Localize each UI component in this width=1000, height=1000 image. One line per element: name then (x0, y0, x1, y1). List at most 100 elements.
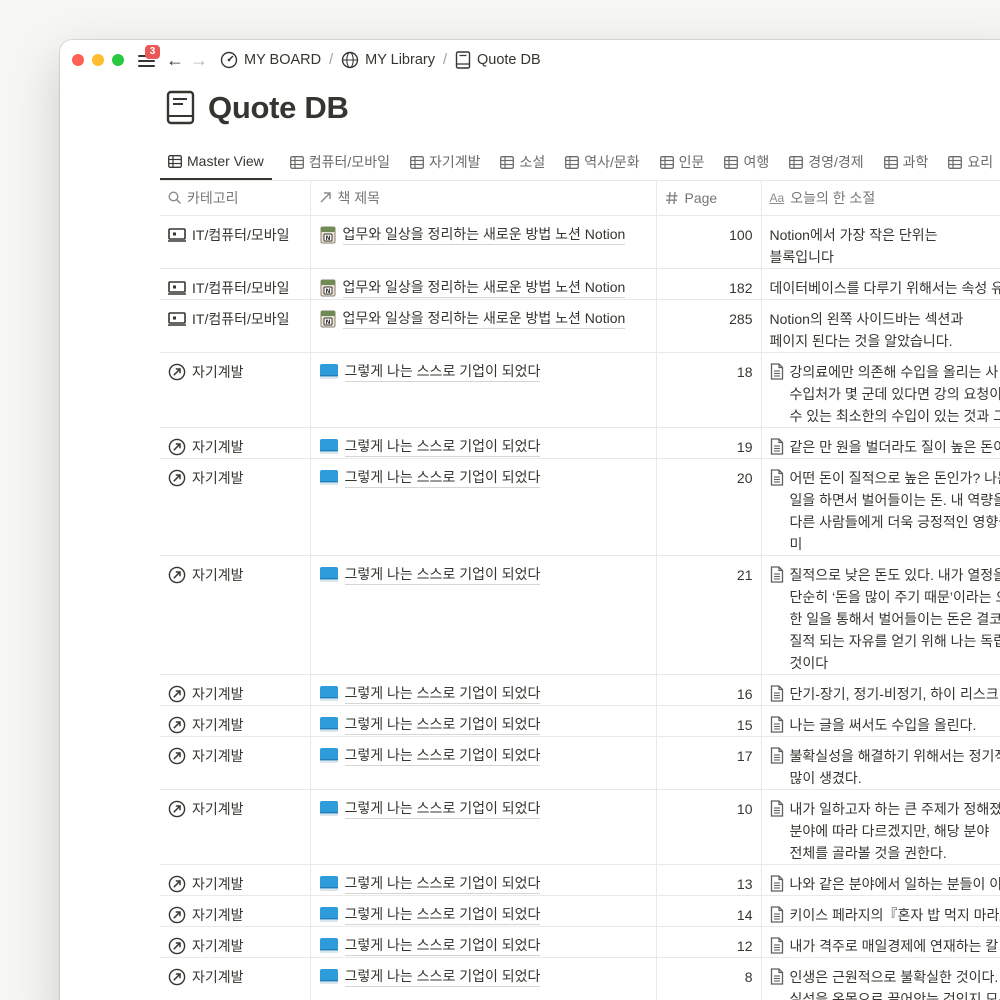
table-row[interactable]: 자기계발 그렇게 나는 스스로 기업이 되었다 16 단기-장기, 정기-비정기, 하… (160, 674, 1000, 706)
back-arrow-icon[interactable]: ← (166, 51, 184, 69)
quote-cell[interactable]: 내가 격주로 매일경제에 연재하는 칼 (761, 926, 1000, 958)
table-row[interactable]: 자기계발 그렇게 나는 스스로 기업이 되었다 13 나와 같은 분야에서 일하는 분… (160, 864, 1000, 896)
table-row[interactable]: IT/컴퓨터/모바일 N 업무와 일상을 정리하는 새로운 방법 노션 Notion… (160, 215, 1000, 269)
table-row[interactable]: IT/컴퓨터/모바일 N 업무와 일상을 정리하는 새로운 방법 노션 Notion… (160, 268, 1000, 300)
maximize-window-button[interactable] (112, 54, 124, 66)
book-title-link[interactable]: 그렇게 나는 스스로 기업이 되었다 (344, 936, 541, 956)
book-title-cell[interactable]: N 업무와 일상을 정리하는 새로운 방법 노션 Notion (310, 268, 657, 300)
category-cell[interactable]: IT/컴퓨터/모바일 (160, 268, 311, 300)
sidebar-menu-button[interactable]: 3 (138, 45, 160, 68)
page-cell[interactable]: 15 (656, 705, 762, 737)
book-title-link[interactable]: 그렇게 나는 스스로 기업이 되었다 (344, 746, 541, 766)
tab-science[interactable]: 과학 (882, 144, 931, 180)
page-cell[interactable]: 19 (656, 427, 762, 459)
page-cell[interactable]: 13 (656, 864, 762, 896)
category-cell[interactable]: 자기계발 (160, 352, 311, 428)
category-cell[interactable]: 자기계발 (160, 555, 311, 675)
book-title-cell[interactable]: N 업무와 일상을 정리하는 새로운 방법 노션 Notion (310, 215, 657, 269)
table-row[interactable]: 자기계발 그렇게 나는 스스로 기업이 되었다 18 강의료에만 의존해 수입을 올리… (160, 352, 1000, 428)
page-cell[interactable]: 12 (656, 926, 762, 958)
book-title-cell[interactable]: 그렇게 나는 스스로 기업이 되었다 (310, 957, 657, 1000)
column-header-book-title[interactable]: 책 제목 (310, 181, 657, 216)
table-row[interactable]: 자기계발 그렇게 나는 스스로 기업이 되었다 14 키이스 페라지의『혼자 밥 먹지… (160, 895, 1000, 927)
page-cell[interactable]: 8 (656, 957, 762, 1000)
table-row[interactable]: 자기계발 그렇게 나는 스스로 기업이 되었다 20 어떤 돈이 질적으로 높은 돈인… (160, 458, 1000, 556)
book-title-cell[interactable]: 그렇게 나는 스스로 기업이 되었다 (310, 555, 657, 675)
book-title-link[interactable]: 그렇게 나는 스스로 기업이 되었다 (344, 715, 541, 735)
tab-self-development[interactable]: 자기계발 (408, 144, 483, 180)
category-cell[interactable]: IT/컴퓨터/모바일 (160, 299, 311, 353)
table-row[interactable]: 자기계발 그렇게 나는 스스로 기업이 되었다 10 내가 일하고자 하는 큰 주제가… (160, 789, 1000, 865)
book-icon[interactable] (166, 90, 196, 126)
book-title-cell[interactable]: 그렇게 나는 스스로 기업이 되었다 (310, 427, 657, 459)
quote-cell[interactable]: Notion에서 가장 작은 단위는 블록입니다 (761, 215, 1000, 269)
page-title[interactable]: Quote DB (208, 90, 349, 126)
tab-history-culture[interactable]: 역사/문화 (563, 144, 641, 180)
book-title-cell[interactable]: 그렇게 나는 스스로 기업이 되었다 (310, 705, 657, 737)
page-cell[interactable]: 20 (656, 458, 762, 556)
table-row[interactable]: 자기계발 그렇게 나는 스스로 기업이 되었다 19 같은 만 원을 벌더라도 질이 … (160, 427, 1000, 459)
page-cell[interactable]: 17 (656, 736, 762, 790)
book-title-cell[interactable]: 그렇게 나는 스스로 기업이 되었다 (310, 736, 657, 790)
breadcrumb-my-library[interactable]: MY Library (341, 51, 435, 69)
column-header-page[interactable]: Page (656, 181, 762, 216)
book-title-link[interactable]: 그렇게 나는 스스로 기업이 되었다 (344, 565, 541, 585)
quote-cell[interactable]: 같은 만 원을 벌더라도 질이 높은 돈이 (761, 427, 1000, 459)
category-cell[interactable]: 자기계발 (160, 736, 311, 790)
book-title-cell[interactable]: 그렇게 나는 스스로 기업이 되었다 (310, 352, 657, 428)
book-title-link[interactable]: 그렇게 나는 스스로 기업이 되었다 (344, 874, 541, 894)
table-row[interactable]: 자기계발 그렇게 나는 스스로 기업이 되었다 17 불확실성을 해결하기 위해서는 … (160, 736, 1000, 790)
page-cell[interactable]: 285 (656, 299, 762, 353)
minimize-window-button[interactable] (92, 54, 104, 66)
page-cell[interactable]: 18 (656, 352, 762, 428)
book-title-cell[interactable]: 그렇게 나는 스스로 기업이 되었다 (310, 864, 657, 896)
book-title-link[interactable]: 그렇게 나는 스스로 기업이 되었다 (344, 799, 541, 819)
tab-computer-mobile[interactable]: 컴퓨터/모바일 (288, 144, 392, 180)
book-title-cell[interactable]: 그렇게 나는 스스로 기업이 되었다 (310, 789, 657, 865)
category-cell[interactable]: 자기계발 (160, 864, 311, 896)
page-cell[interactable]: 182 (656, 268, 762, 300)
page-cell[interactable]: 100 (656, 215, 762, 269)
book-title-cell[interactable]: N 업무와 일상을 정리하는 새로운 방법 노션 Notion (310, 299, 657, 353)
category-cell[interactable]: IT/컴퓨터/모바일 (160, 215, 311, 269)
quote-cell[interactable]: 데이터베이스를 다루기 위해서는 속성 유 (761, 268, 1000, 300)
page-cell[interactable]: 10 (656, 789, 762, 865)
category-cell[interactable]: 자기계발 (160, 895, 311, 927)
breadcrumb-quote-db[interactable]: Quote DB (455, 51, 541, 69)
tab-travel[interactable]: 여행 (722, 144, 771, 180)
category-cell[interactable]: 자기계발 (160, 674, 311, 706)
book-title-link[interactable]: 그렇게 나는 스스로 기업이 되었다 (344, 967, 541, 987)
category-cell[interactable]: 자기계발 (160, 957, 311, 1000)
book-title-link[interactable]: 그렇게 나는 스스로 기업이 되었다 (344, 437, 541, 457)
category-cell[interactable]: 자기계발 (160, 926, 311, 958)
table-row[interactable]: 자기계발 그렇게 나는 스스로 기업이 되었다 15 나는 글을 써서도 수입을 올린… (160, 705, 1000, 737)
category-cell[interactable]: 자기계발 (160, 427, 311, 459)
book-title-link[interactable]: 그렇게 나는 스스로 기업이 되었다 (344, 905, 541, 925)
category-cell[interactable]: 자기계발 (160, 789, 311, 865)
page-cell[interactable]: 16 (656, 674, 762, 706)
quote-cell[interactable]: 인생은 근원적으로 불확실한 것이다. 실성을 온몸으로 끌어안는 것인지 모른… (761, 957, 1000, 1000)
close-window-button[interactable] (72, 54, 84, 66)
category-cell[interactable]: 자기계발 (160, 705, 311, 737)
quote-cell[interactable]: 불확실성을 해결하기 위해서는 정기적 많이 생겼다. (761, 736, 1000, 790)
book-title-link[interactable]: 업무와 일상을 정리하는 새로운 방법 노션 Notion (342, 278, 626, 298)
table-row[interactable]: 자기계발 그렇게 나는 스스로 기업이 되었다 12 내가 격주로 매일경제에 연재하… (160, 926, 1000, 958)
table-row[interactable]: 자기계발 그렇게 나는 스스로 기업이 되었다 21 질적으로 낮은 돈도 있다. 내… (160, 555, 1000, 675)
quote-cell[interactable]: 단기-장기, 정기-비정기, 하이 리스크 (761, 674, 1000, 706)
category-cell[interactable]: 자기계발 (160, 458, 311, 556)
book-title-cell[interactable]: 그렇게 나는 스스로 기업이 되었다 (310, 926, 657, 958)
table-row[interactable]: 자기계발 그렇게 나는 스스로 기업이 되었다 8 인생은 근원적으로 불확실한 것이… (160, 957, 1000, 1000)
book-title-link[interactable]: 그렇게 나는 스스로 기업이 되었다 (344, 684, 541, 704)
column-header-category[interactable]: 카테고리 (160, 181, 311, 216)
tab-humanities[interactable]: 인문 (658, 144, 707, 180)
quote-cell[interactable]: 어떤 돈이 질적으로 높은 돈인가? 나는 일을 하면서 벌어들이는 돈. 내 … (761, 458, 1000, 556)
tab-novel[interactable]: 소설 (498, 144, 547, 180)
quote-cell[interactable]: 나와 같은 분야에서 일하는 분들이 이 (761, 864, 1000, 896)
quote-cell[interactable]: 키이스 페라지의『혼자 밥 먹지 마라』 (761, 895, 1000, 927)
forward-arrow-icon[interactable]: → (190, 51, 208, 69)
tab-master-view[interactable]: Master View (160, 144, 272, 180)
book-title-link[interactable]: 그렇게 나는 스스로 기업이 되었다 (344, 362, 541, 382)
book-title-link[interactable]: 그렇게 나는 스스로 기업이 되었다 (344, 468, 541, 488)
tab-cooking[interactable]: 요리 (946, 144, 995, 180)
page-cell[interactable]: 21 (656, 555, 762, 675)
